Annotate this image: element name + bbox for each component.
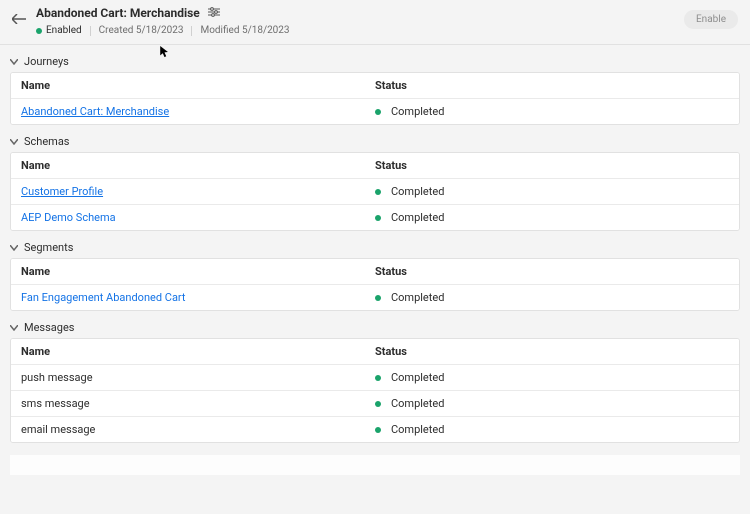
enable-button[interactable]: Enable [684, 10, 738, 29]
table-row: sms message Completed [11, 390, 739, 416]
segment-link[interactable]: Fan Engagement Abandoned Cart [21, 291, 375, 304]
divider [191, 26, 192, 36]
message-name: sms message [21, 397, 375, 410]
page-title: Abandoned Cart: Merchandise [36, 6, 200, 20]
status-text: Completed [391, 371, 444, 384]
table-row: email message Completed [11, 416, 739, 442]
table-row: Abandoned Cart: Merchandise Completed [11, 98, 739, 124]
table-header: Name Status [11, 339, 739, 364]
schemas-table: Name Status Customer Profile Completed A… [10, 152, 740, 231]
col-name: Name [21, 265, 375, 278]
status-cell: Completed [375, 371, 729, 384]
status-dot-icon [375, 109, 381, 115]
table-row: AEP Demo Schema Completed [11, 204, 739, 230]
divider [90, 26, 91, 36]
schema-link[interactable]: AEP Demo Schema [21, 211, 375, 224]
title-row: Abandoned Cart: Merchandise [36, 6, 684, 20]
section-title: Journeys [24, 55, 69, 68]
status-badge: Enabled [36, 24, 82, 38]
table-row: push message Completed [11, 364, 739, 390]
messages-table: Name Status push message Completed sms m… [10, 338, 740, 443]
message-name: push message [21, 371, 375, 384]
status-text: Completed [391, 105, 444, 118]
chevron-down-icon [10, 58, 18, 66]
col-status: Status [375, 345, 729, 358]
sliders-icon[interactable] [208, 7, 220, 20]
section-title: Schemas [24, 135, 70, 148]
status-dot-icon [375, 401, 381, 407]
chevron-down-icon [10, 138, 18, 146]
section-header-segments[interactable]: Segments [10, 237, 740, 258]
schema-link[interactable]: Customer Profile [21, 185, 375, 198]
chevron-down-icon [10, 324, 18, 332]
section-segments: Segments Name Status Fan Engagement Aban… [10, 237, 740, 311]
created-label: Created 5/18/2023 [99, 24, 184, 38]
page-header: Abandoned Cart: Merchandise Enabled Crea… [0, 0, 750, 45]
back-button[interactable] [12, 14, 26, 24]
section-journeys: Journeys Name Status Abandoned Cart: Mer… [10, 51, 740, 125]
status-text: Completed [391, 397, 444, 410]
status-text: Completed [391, 291, 444, 304]
meta-row: Enabled Created 5/18/2023 Modified 5/18/… [36, 24, 684, 38]
table-header: Name Status [11, 259, 739, 284]
header-main: Abandoned Cart: Merchandise Enabled Crea… [36, 6, 684, 38]
status-cell: Completed [375, 397, 729, 410]
status-dot-icon [375, 375, 381, 381]
section-title: Segments [24, 241, 73, 254]
col-name: Name [21, 159, 375, 172]
journeys-table: Name Status Abandoned Cart: Merchandise … [10, 72, 740, 125]
page-body: Journeys Name Status Abandoned Cart: Mer… [0, 51, 750, 475]
status-dot-icon [375, 427, 381, 433]
modified-label: Modified 5/18/2023 [200, 24, 289, 38]
status-cell: Completed [375, 185, 729, 198]
status-dot-icon [375, 189, 381, 195]
status-text: Completed [391, 211, 444, 224]
journey-link[interactable]: Abandoned Cart: Merchandise [21, 105, 375, 118]
table-header: Name Status [11, 153, 739, 178]
section-header-messages[interactable]: Messages [10, 317, 740, 338]
status-dot-icon [375, 295, 381, 301]
status-text: Completed [391, 185, 444, 198]
status-cell: Completed [375, 105, 729, 118]
col-name: Name [21, 79, 375, 92]
status-cell: Completed [375, 423, 729, 436]
table-header: Name Status [11, 73, 739, 98]
table-row: Fan Engagement Abandoned Cart Completed [11, 284, 739, 310]
col-status: Status [375, 79, 729, 92]
col-status: Status [375, 159, 729, 172]
table-row: Customer Profile Completed [11, 178, 739, 204]
col-name: Name [21, 345, 375, 358]
section-header-journeys[interactable]: Journeys [10, 51, 740, 72]
col-status: Status [375, 265, 729, 278]
message-name: email message [21, 423, 375, 436]
footer-bar [10, 455, 740, 475]
status-dot-icon [375, 215, 381, 221]
status-label: Enabled [46, 24, 82, 38]
status-cell: Completed [375, 211, 729, 224]
segments-table: Name Status Fan Engagement Abandoned Car… [10, 258, 740, 311]
section-title: Messages [24, 321, 74, 334]
chevron-down-icon [10, 244, 18, 252]
section-messages: Messages Name Status push message Comple… [10, 317, 740, 443]
status-dot-icon [36, 28, 42, 34]
status-text: Completed [391, 423, 444, 436]
section-header-schemas[interactable]: Schemas [10, 131, 740, 152]
status-cell: Completed [375, 291, 729, 304]
section-schemas: Schemas Name Status Customer Profile Com… [10, 131, 740, 231]
